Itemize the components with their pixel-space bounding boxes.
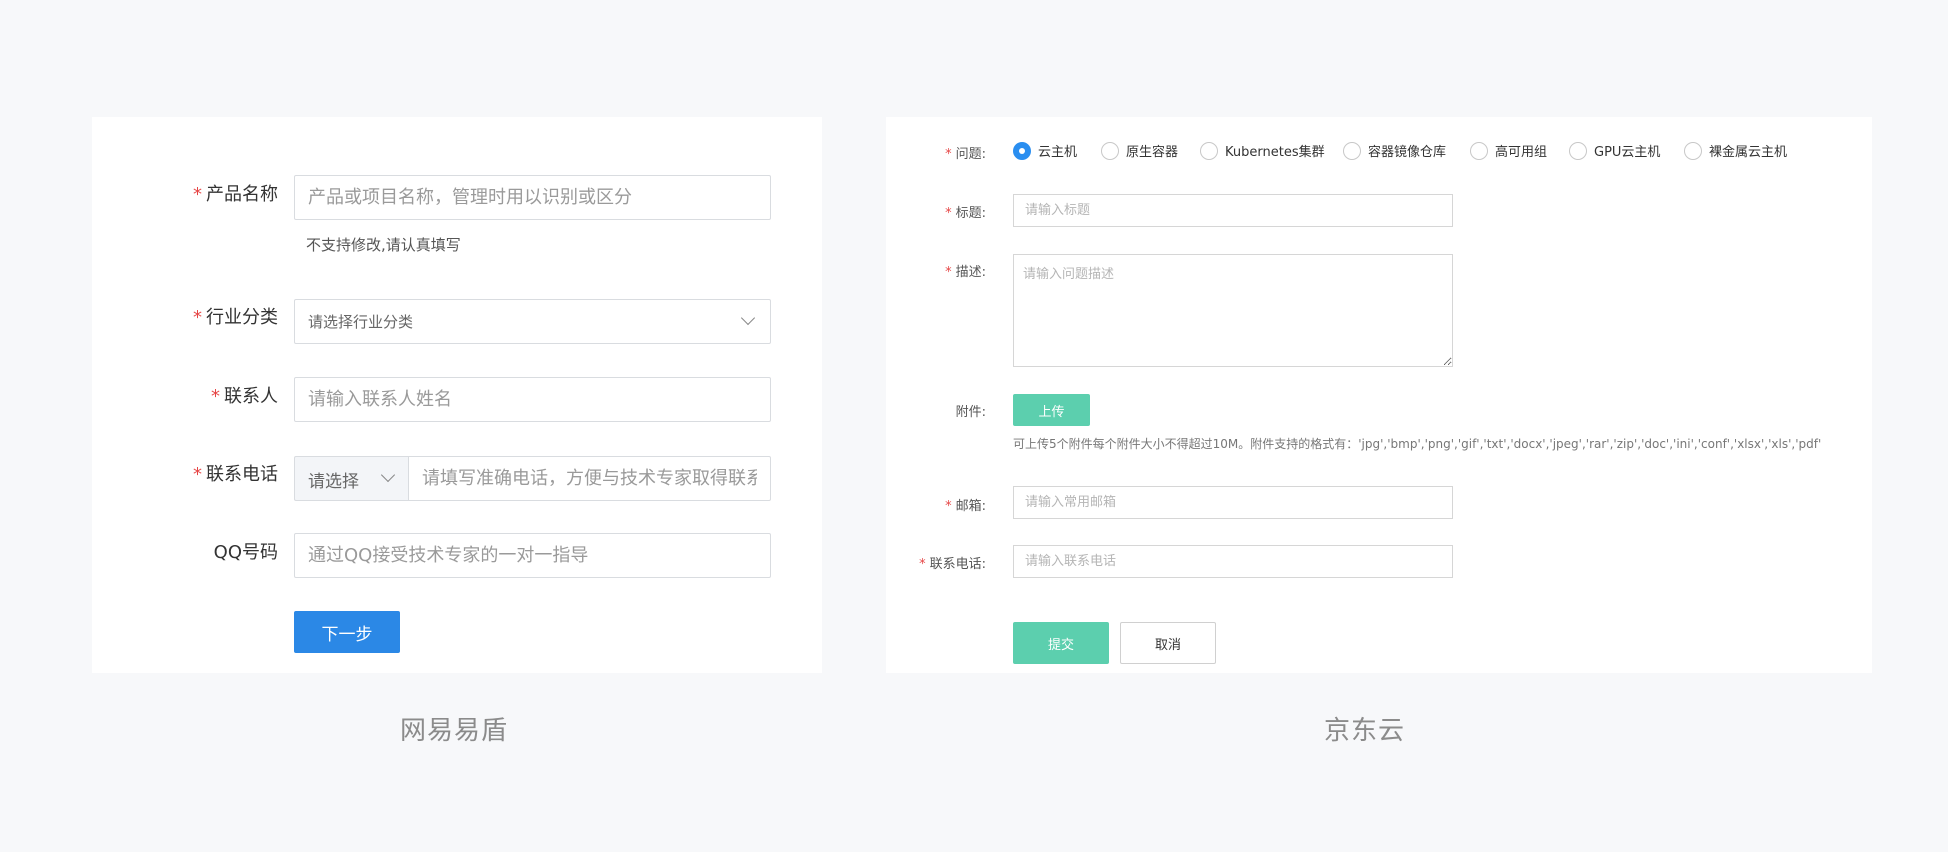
radio-option[interactable]: 原生容器 [1101,141,1178,160]
industry-label: * 行业分类 [193,307,278,328]
submit-button[interactable]: 提交 [1013,622,1109,664]
upload-button[interactable]: 上传 [1013,394,1090,426]
product-name-label: * 产品名称 [193,184,278,205]
phone-prefix-select[interactable]: 请选择 [294,456,409,501]
industry-row: * 行业分类 [92,300,278,330]
required-mark: * [193,184,202,205]
qq-row: QQ号码 [92,535,278,565]
radio-unchecked-icon [1470,141,1488,160]
phone-prefix-select-text: 请选择 [308,472,359,492]
problem-radio-group: 云主机 原生容器 Kubernetes集群 容器镜像仓库 高可用组 GPU云主机… [1013,141,1853,163]
radio-unchecked-icon [1343,141,1361,160]
chevron-down-icon [740,310,756,326]
attachment-label: 附件: [955,405,986,420]
chevron-down-icon [380,467,396,483]
radio-option[interactable]: 高可用组 [1470,141,1547,160]
email-input[interactable] [1013,486,1453,519]
netease-caption: 网易易盾 [400,716,509,746]
phone-label: * 联系电话 [193,464,278,485]
radio-option[interactable]: GPU云主机 [1569,141,1660,160]
description-textarea[interactable] [1013,254,1453,367]
jdcloud-caption: 京东云 [1324,716,1406,746]
contact-row: * 联系人 [92,379,278,409]
radio-unchecked-icon [1569,141,1587,160]
jdcloud-form-panel: * 问题: 云主机 原生容器 Kubernetes集群 容器镜像仓库 高可用组 G… [886,117,1872,673]
qq-input[interactable] [294,533,771,578]
product-name-row: * 产品名称 [92,177,278,207]
title-input[interactable] [1013,194,1453,227]
jd-phone-input[interactable] [1013,545,1453,578]
radio-option[interactable]: 容器镜像仓库 [1343,141,1446,160]
radio-checked-icon [1013,141,1031,160]
industry-select[interactable]: 请选择行业分类 [294,299,771,344]
jd-phone-label: * 联系电话: [919,557,986,572]
email-label: * 邮箱: [945,499,986,514]
radio-unchecked-icon [1101,141,1119,160]
radio-unchecked-icon [1684,141,1702,160]
contact-label: * 联系人 [211,386,278,407]
attachment-format-note: 可上传5个附件每个附件大小不得超过10M。附件支持的格式有：'jpg','bmp… [1013,437,1822,451]
radio-unchecked-icon [1200,141,1218,160]
title-label: * 标题: [945,206,986,221]
product-name-hint: 不支持修改,请认真填写 [306,236,461,254]
phone-input[interactable] [408,456,771,501]
contact-input[interactable] [294,377,771,422]
industry-select-placeholder: 请选择行业分类 [308,313,414,331]
radio-option[interactable]: 云主机 [1013,141,1077,160]
description-label: * 描述: [945,265,986,280]
next-step-button[interactable]: 下一步 [294,611,400,653]
problem-label: * 问题: [945,147,986,162]
cancel-button[interactable]: 取消 [1120,622,1216,664]
product-name-input[interactable] [294,175,771,220]
radio-option[interactable]: Kubernetes集群 [1200,141,1325,160]
qq-label: QQ号码 [213,542,278,563]
phone-row: * 联系电话 [92,457,278,487]
netease-form-panel: *产品名称 不支持修改,请认真填写 *行业分类 请选择行业分类 *联系人 *联系… [92,117,822,673]
radio-option[interactable]: 裸金属云主机 [1684,141,1787,160]
